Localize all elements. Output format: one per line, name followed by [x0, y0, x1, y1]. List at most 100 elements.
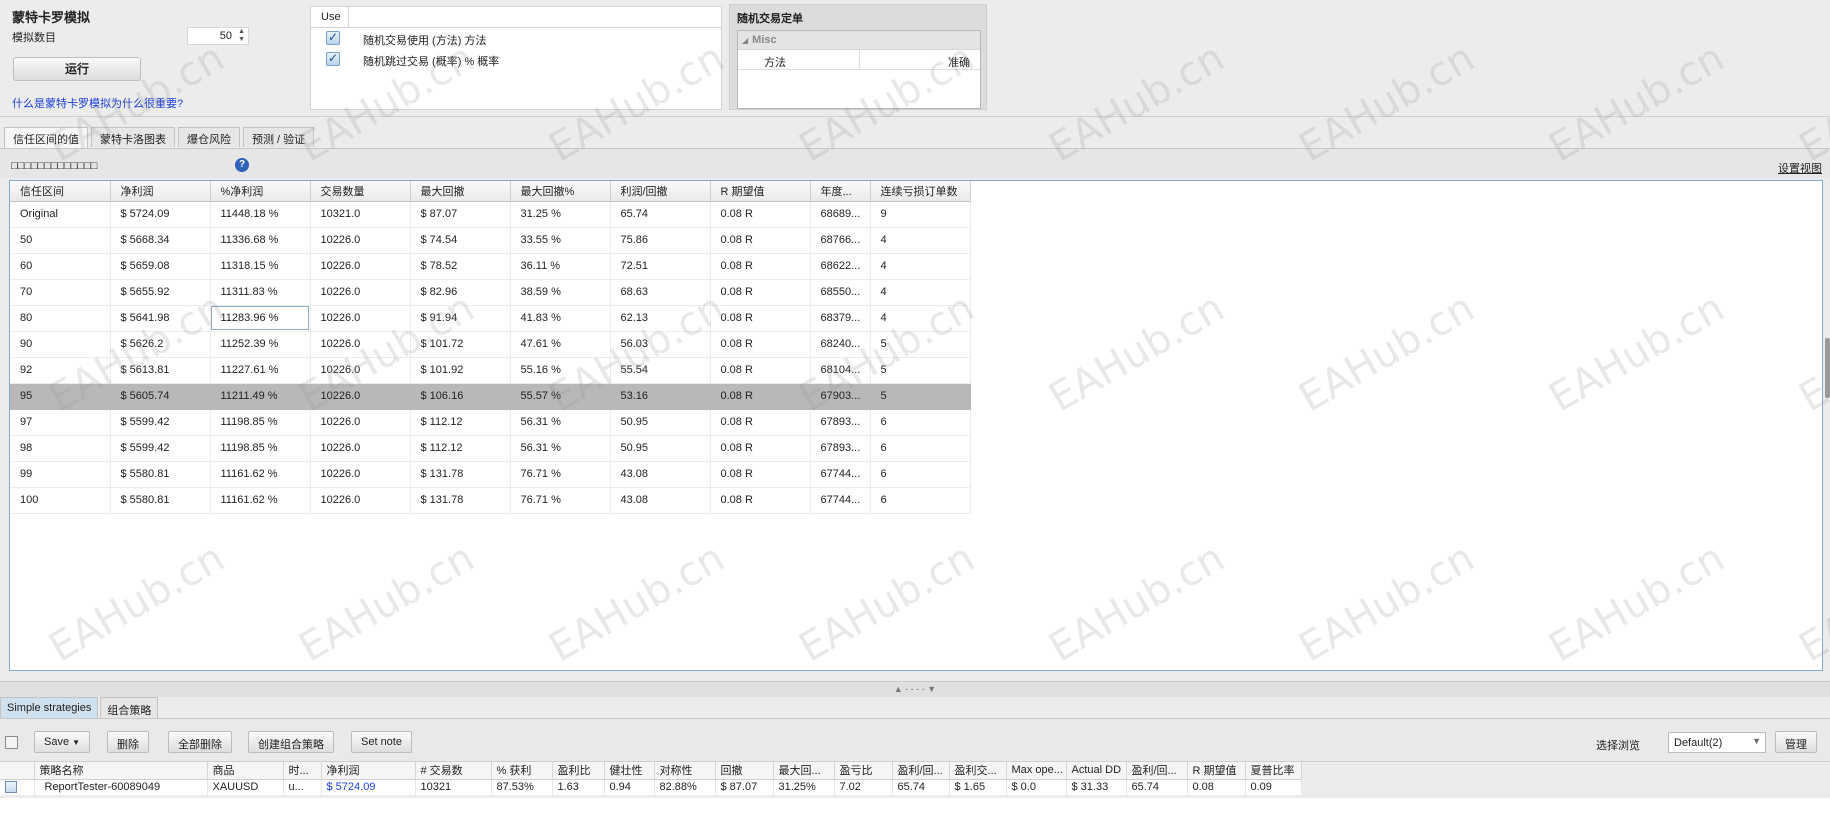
table-row[interactable]: 90 $ 5626.2 11252.39 % 10226.0 $ 101.72 47.61… — [10, 331, 971, 358]
help-icon[interactable]: ? — [235, 158, 249, 172]
table-cell[interactable]: $ 101.72 — [410, 331, 511, 358]
column-header[interactable]: 信任区间 — [10, 181, 111, 202]
table-cell[interactable]: 67903... — [810, 383, 871, 410]
strategy-cell[interactable]: 87.53% — [491, 779, 553, 795]
table-cell[interactable]: 92 — [10, 357, 111, 384]
table-cell[interactable]: 11448.18 % — [210, 201, 311, 228]
table-cell[interactable]: 10226.0 — [310, 435, 411, 462]
table-cell[interactable]: 10226.0 — [310, 409, 411, 436]
strategy-column-header[interactable]: Max ope... — [1006, 762, 1067, 780]
column-header[interactable]: 最大回撤% — [510, 181, 611, 202]
table-cell[interactable]: 95 — [10, 383, 111, 410]
strategy-column-header[interactable]: 回撤 — [715, 762, 774, 780]
strategy-cell[interactable]: 1.63 — [552, 779, 605, 795]
table-cell[interactable]: 98 — [10, 435, 111, 462]
table-cell[interactable]: 4 — [870, 279, 971, 306]
table-cell[interactable]: 6 — [870, 409, 971, 436]
why-montecarlo-link[interactable]: 什么是蒙特卡罗模拟为什么很重要? — [12, 95, 183, 111]
table-row[interactable]: 80 $ 5641.98 11283.96 % 10226.0 $ 91.94 41.83… — [10, 305, 971, 332]
table-cell[interactable]: 10226.0 — [310, 253, 411, 280]
table-cell[interactable]: 11161.62 % — [210, 487, 311, 514]
table-cell[interactable]: 4 — [870, 253, 971, 280]
table-row[interactable]: 95 $ 5605.74 11211.49 % 10226.0 $ 106.16 55.5… — [10, 383, 971, 410]
property-category-misc[interactable]: ◢ Misc — [738, 31, 980, 50]
table-cell[interactable]: 0.08 R — [710, 253, 811, 280]
table-cell[interactable]: 4 — [870, 305, 971, 332]
table-cell[interactable]: 10226.0 — [310, 383, 411, 410]
table-cell[interactable]: $ 5599.42 — [110, 409, 211, 436]
table-cell[interactable]: $ 5580.81 — [110, 461, 211, 488]
strategy-cell[interactable]: ReportTester-60089049 — [34, 779, 208, 795]
table-cell[interactable]: $ 87.07 — [410, 201, 511, 228]
select-all-checkbox[interactable] — [5, 736, 18, 749]
table-cell[interactable]: 50.95 — [610, 435, 711, 462]
collapse-triangle-icon[interactable]: ◢ — [742, 36, 748, 45]
column-header[interactable]: 年度... — [810, 181, 871, 202]
column-header[interactable]: R 期望值 — [710, 181, 811, 202]
table-cell[interactable]: 67893... — [810, 409, 871, 436]
table-cell[interactable]: 68766... — [810, 227, 871, 254]
save-button[interactable]: Save ▼ — [34, 731, 91, 753]
strategy-column-header[interactable]: 策略名称 — [34, 762, 208, 780]
run-button[interactable]: 运行 — [13, 57, 141, 81]
strategy-cell[interactable]: $ 31.33 — [1066, 779, 1127, 795]
table-cell[interactable]: 55.54 — [610, 357, 711, 384]
table-cell[interactable]: $ 112.12 — [410, 435, 511, 462]
table-cell[interactable]: $ 5641.98 — [110, 305, 211, 332]
column-header[interactable]: %净利润 — [210, 181, 311, 202]
table-cell[interactable]: 68379... — [810, 305, 871, 332]
table-row[interactable]: 100 $ 5580.81 11161.62 % 10226.0 $ 131.78 76.… — [10, 487, 971, 514]
tab-montecarlo-chart[interactable]: 蒙特卡洛图表 — [91, 127, 175, 147]
table-cell[interactable]: 62.13 — [610, 305, 711, 332]
column-header[interactable]: 净利润 — [110, 181, 211, 202]
table-cell[interactable]: $ 5659.08 — [110, 253, 211, 280]
random-skip-checkbox[interactable] — [326, 51, 340, 66]
table-cell[interactable]: 43.08 — [610, 487, 711, 514]
set-view-link[interactable]: 设置视图 — [1778, 160, 1822, 176]
table-row[interactable]: 98 $ 5599.42 11198.85 % 10226.0 $ 112.12 56.3… — [10, 435, 971, 462]
table-cell[interactable]: 38.59 % — [510, 279, 611, 306]
table-cell[interactable]: $ 5655.92 — [110, 279, 211, 306]
table-cell[interactable]: 6 — [870, 435, 971, 462]
table-cell[interactable]: 76.71 % — [510, 461, 611, 488]
table-cell[interactable]: $ 106.16 — [410, 383, 511, 410]
table-cell[interactable]: Original — [10, 201, 111, 228]
table-cell[interactable]: 47.61 % — [510, 331, 611, 358]
table-cell[interactable]: 60 — [10, 253, 111, 280]
table-cell[interactable]: 100 — [10, 487, 111, 514]
table-cell[interactable]: 43.08 — [610, 461, 711, 488]
strategy-column-header[interactable]: % 获利 — [491, 762, 553, 780]
property-value[interactable]: 准确 — [860, 50, 980, 69]
property-row-method[interactable]: 方法 准确 — [738, 50, 980, 70]
strategy-cell[interactable]: 65.74 — [1126, 779, 1188, 795]
tab-confidence-values[interactable]: 信任区间的值 — [4, 127, 88, 148]
table-cell[interactable]: 5 — [870, 383, 971, 410]
table-cell[interactable]: $ 101.92 — [410, 357, 511, 384]
table-cell[interactable]: 55.57 % — [510, 383, 611, 410]
table-cell[interactable]: 10226.0 — [310, 357, 411, 384]
delete-all-button[interactable]: 全部删除 — [168, 731, 232, 753]
table-cell[interactable]: 53.16 — [610, 383, 711, 410]
table-cell[interactable]: 50.95 — [610, 409, 711, 436]
table-cell[interactable]: 10226.0 — [310, 305, 411, 332]
table-cell[interactable]: 68550... — [810, 279, 871, 306]
row-checkbox[interactable] — [5, 781, 17, 794]
table-cell[interactable]: 11211.49 % — [210, 383, 311, 410]
table-cell[interactable]: 11198.85 % — [210, 409, 311, 436]
set-note-button[interactable]: Set note — [351, 731, 412, 753]
table-cell[interactable]: 67893... — [810, 435, 871, 462]
table-row[interactable]: 50 $ 5668.34 11336.68 % 10226.0 $ 74.54 33.55… — [10, 227, 971, 254]
table-cell[interactable]: 33.55 % — [510, 227, 611, 254]
table-cell[interactable]: 0.08 R — [710, 279, 811, 306]
table-cell[interactable]: 36.11 % — [510, 253, 611, 280]
simulation-count-stepper[interactable]: 50 ▲ ▼ — [187, 27, 249, 45]
column-header[interactable]: 交易数量 — [310, 181, 411, 202]
strategy-cell[interactable]: 65.74 — [892, 779, 950, 795]
table-cell[interactable]: $ 91.94 — [410, 305, 511, 332]
table-cell[interactable]: 11318.15 % — [210, 253, 311, 280]
table-cell[interactable]: 68689... — [810, 201, 871, 228]
table-cell[interactable]: 0.08 R — [710, 435, 811, 462]
table-cell[interactable]: $ 5668.34 — [110, 227, 211, 254]
table-row[interactable]: 92 $ 5613.81 11227.61 % 10226.0 $ 101.92 55.1… — [10, 357, 971, 384]
strategy-cell[interactable]: 82.88% — [654, 779, 716, 795]
